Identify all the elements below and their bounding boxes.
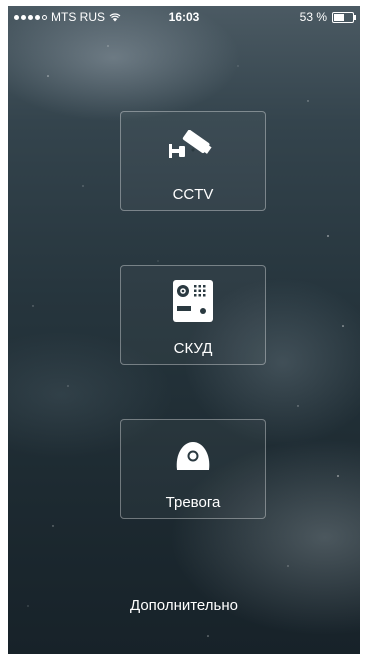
cctv-button[interactable]: CCTV xyxy=(120,111,266,211)
skud-button[interactable]: СКУД xyxy=(120,265,266,365)
skud-label: СКУД xyxy=(173,340,213,357)
alarm-button[interactable]: Тревога xyxy=(120,419,266,519)
alarm-label: Тревога xyxy=(165,494,221,511)
cctv-label: CCTV xyxy=(172,186,214,203)
battery-percent: 53 % xyxy=(299,10,327,24)
cctv-camera-icon xyxy=(121,130,265,166)
intercom-panel-icon xyxy=(121,280,265,322)
battery-icon xyxy=(332,11,356,23)
status-bar: MTS RUS 16:03 53 % xyxy=(8,6,360,26)
status-right: 53 % xyxy=(299,10,356,24)
alarm-button-icon xyxy=(121,440,265,472)
more-button[interactable]: Дополнительно xyxy=(8,597,360,614)
app-screen: MTS RUS 16:03 53 % CCTV СКУД Тревога Доп… xyxy=(8,6,360,654)
